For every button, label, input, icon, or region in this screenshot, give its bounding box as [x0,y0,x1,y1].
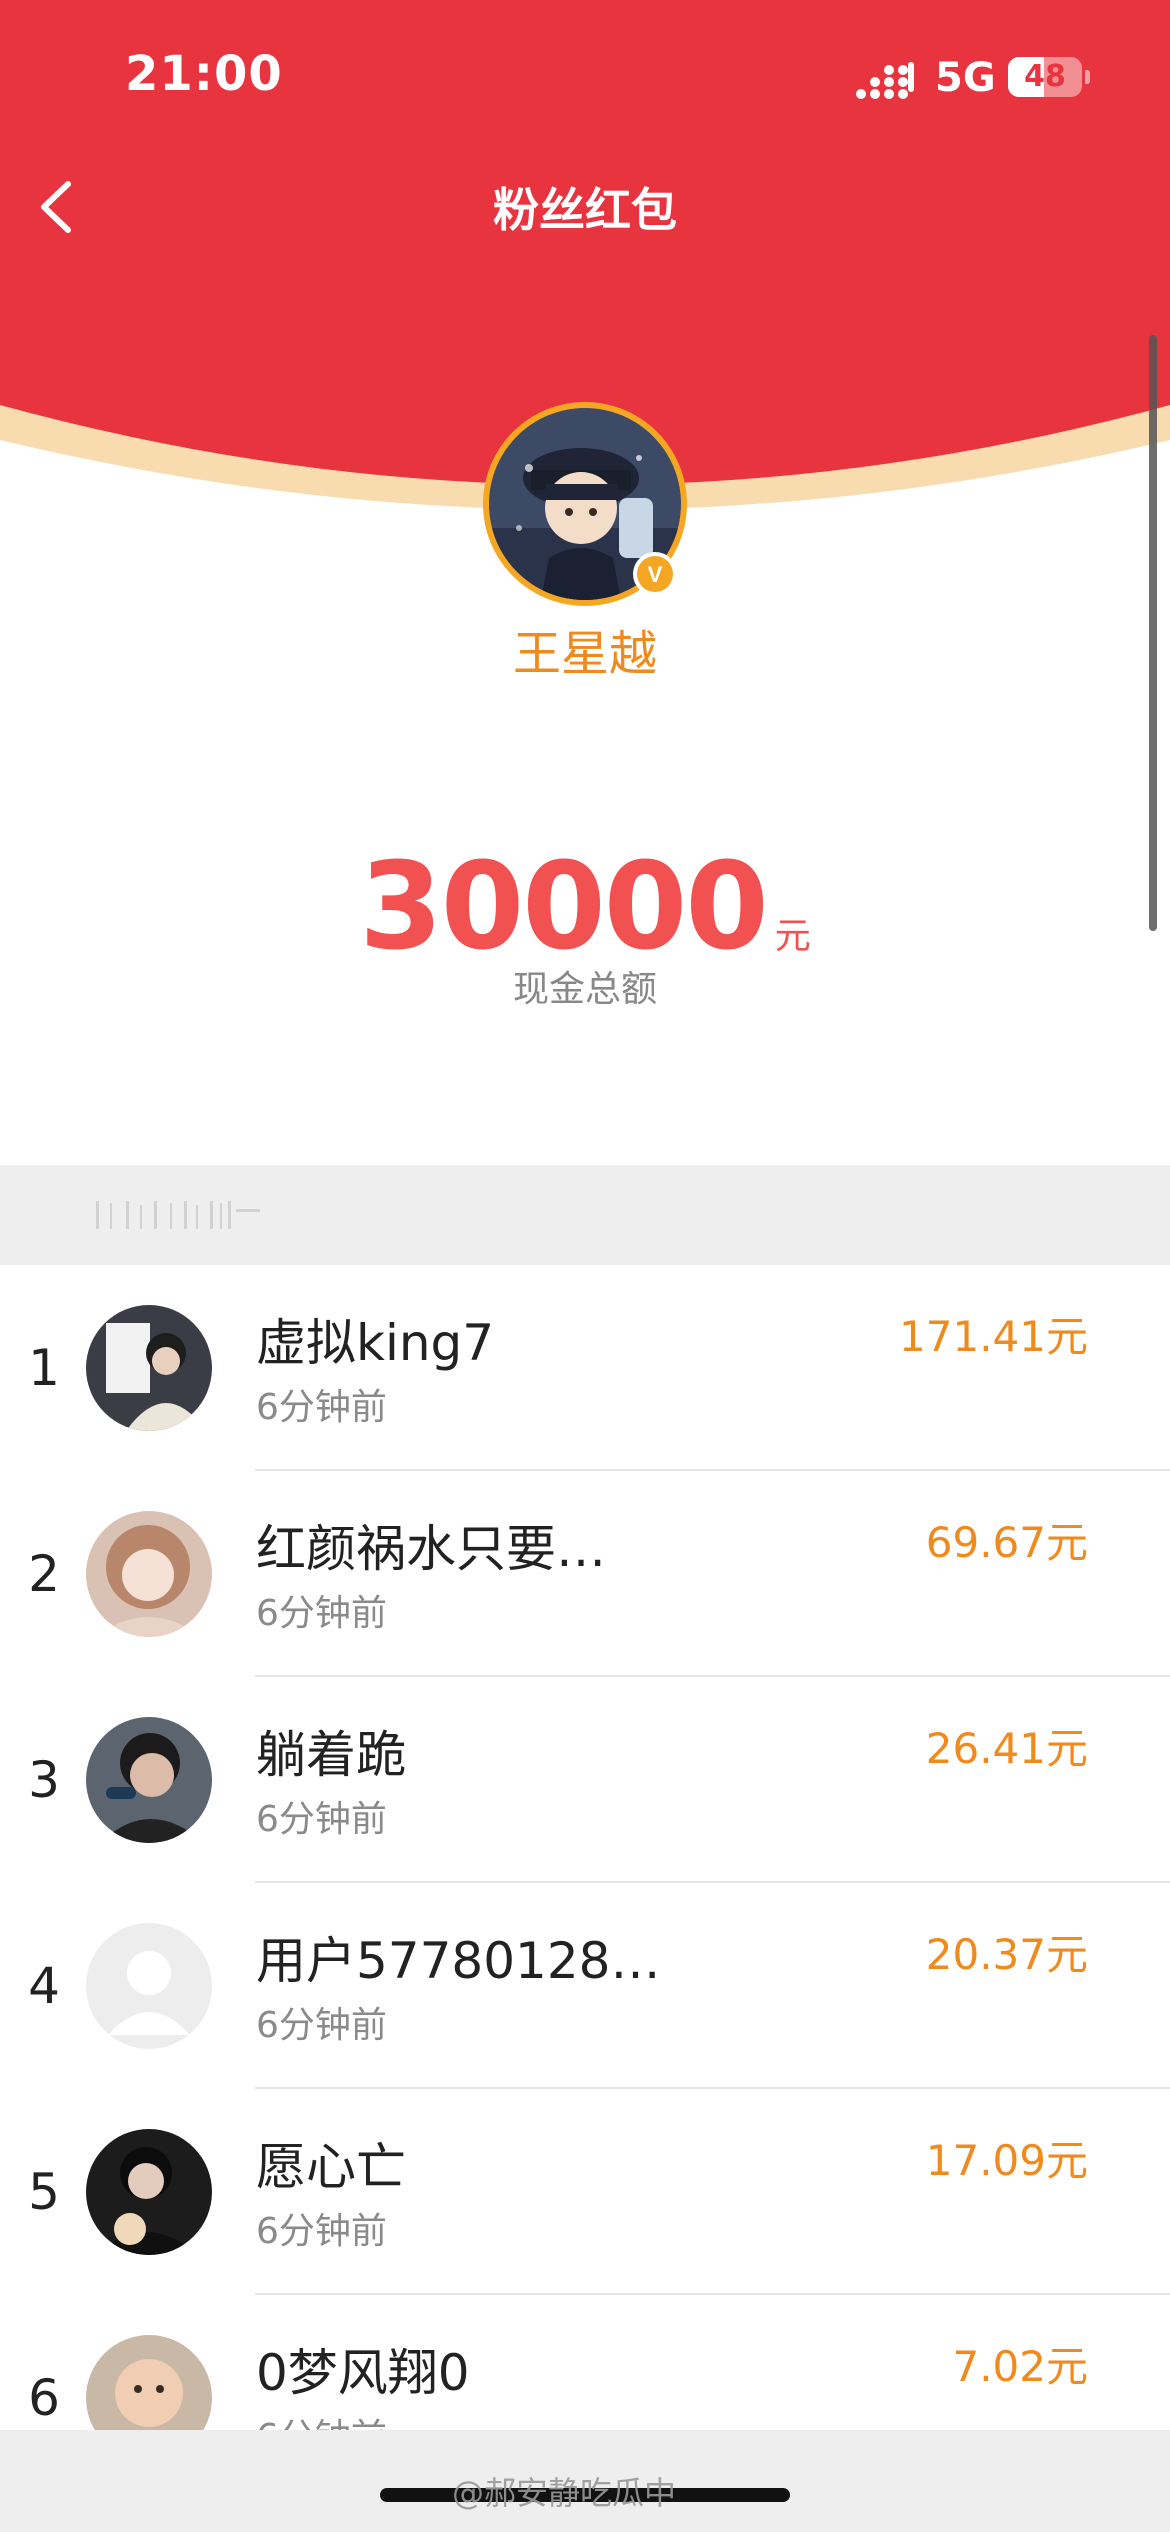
list-item-name: 0梦风翔0 [256,2344,470,2402]
avatar[interactable] [86,1923,212,2049]
list-item-time: 6分钟前 [256,1593,387,1634]
profile-name[interactable]: 王星越 [0,614,1170,684]
red-packet-page: 21:00 5G 48 粉丝红包 V 王星越 30000 元 现金总额 1 虚拟… [0,0,1170,2532]
list-item[interactable]: 3 躺着跪 6分钟前 26.41元 [0,1677,1170,1883]
list-item-name: 红颜祸水只要… [256,1520,606,1578]
verified-badge-icon: V [632,551,678,597]
list-item-name: 用户57780128… [256,1932,661,1990]
list-item-time: 6分钟前 [256,2211,387,2252]
network-type: 5G [935,55,996,101]
battery-body: 48 [1008,57,1082,97]
total-amount-unit: 元 [774,916,811,957]
status-time: 21:00 [125,46,283,102]
cellular-signal-icon [855,58,915,100]
avatar[interactable] [86,1511,212,1637]
list-item-amount: 69.67元 [925,1518,1088,1567]
list-item-rank: 3 [28,1751,60,1809]
total-amount-label: 现金总额 [512,969,657,1010]
list-item-rank: 5 [28,2163,60,2221]
list-item-amount: 171.41元 [899,1312,1088,1361]
battery-tip [1085,70,1090,84]
total-amount: 30000 元 [0,838,1170,977]
page-title: 粉丝红包 [493,183,677,237]
list-item-amount: 17.09元 [925,2136,1088,2185]
avatar[interactable] [86,1305,212,1431]
list-item-time: 6分钟前 [256,2005,387,2046]
list-item-rank: 2 [28,1545,60,1603]
list-item[interactable]: 4 用户57780128… 6分钟前 20.37元 [0,1883,1170,2089]
default-avatar-icon [86,1923,212,2049]
list-item-amount: 20.37元 [925,1930,1088,1979]
blurred-summary-text [92,1195,272,1235]
list-item[interactable]: 2 红颜祸水只要… 6分钟前 69.67元 [0,1471,1170,1677]
total-amount-value: 30000 [359,838,768,977]
list-item-amount: 26.41元 [925,1724,1088,1773]
list-item-amount: 7.02元 [952,2342,1088,2391]
list-item-name: 躺着跪 [256,1726,406,1784]
list-item-time: 6分钟前 [256,1799,387,1840]
avatar[interactable] [86,1717,212,1843]
battery-level: 48 [1024,59,1066,94]
list-item-time: 6分钟前 [256,1387,387,1428]
list-item-name: 愿心亡 [256,2138,406,2196]
section-divider-band [0,1165,1170,1265]
list-item-name: 虚拟king7 [256,1314,495,1372]
avatar[interactable] [86,2129,212,2255]
list-item[interactable]: 5 愿心亡 6分钟前 17.09元 [0,2089,1170,2295]
list-item-rank: 4 [28,1957,60,2015]
status-bar: 21:00 5G 48 [0,0,1170,150]
list-item-rank: 1 [28,1339,60,1397]
watermark-text: @郝安静吃瓜中 [452,2474,677,2512]
battery-icon: 48 [1008,57,1090,97]
profile-avatar[interactable]: V [483,402,687,606]
verified-badge-text: V [648,562,663,587]
list-item[interactable]: 1 虚拟king7 6分钟前 171.41元 [0,1265,1170,1471]
